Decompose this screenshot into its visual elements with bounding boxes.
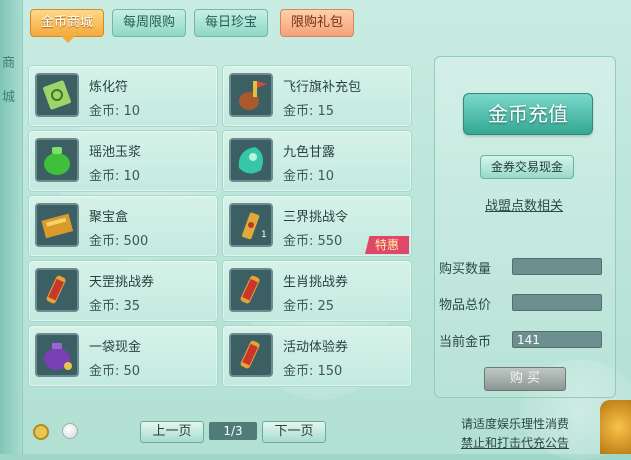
magnifier-icon[interactable] — [33, 424, 49, 440]
anti-proxy-recharge-link[interactable]: 禁止和打击代充公告 — [461, 434, 569, 451]
shop-item[interactable]: 炼化符 金币: 10 — [28, 65, 218, 127]
item-price: 金币: 150 — [283, 364, 343, 379]
corner-ornament-icon — [600, 400, 631, 454]
gold-recharge-button[interactable]: 金币充值 — [463, 93, 593, 135]
money-bag-icon — [35, 333, 79, 377]
side-text: 城 — [2, 90, 16, 105]
shop-item[interactable]: 活动体验券 金币: 150 — [222, 325, 412, 387]
item-price: 金币: 35 — [89, 299, 141, 314]
buy-button[interactable]: 购 买 — [484, 367, 566, 391]
special-offer-badge: 特惠 — [365, 236, 409, 254]
item-name: 瑶池玉浆 — [89, 145, 142, 160]
talisman-icon — [35, 73, 79, 117]
item-price: 金币: 10 — [89, 169, 141, 184]
flag-bag-icon — [229, 73, 273, 117]
item-name: 活动体验券 — [283, 340, 349, 355]
shop-item[interactable]: 飞行旗补充包 金币: 15 — [222, 65, 412, 127]
shop-item[interactable]: 聚宝盒 金币: 500 — [28, 195, 218, 257]
item-name: 三界挑战令 — [283, 210, 349, 225]
shop-item[interactable]: 生肖挑战券 金币: 25 — [222, 260, 412, 322]
prev-page-button[interactable]: 上一页 — [140, 421, 204, 443]
dew-gem-icon — [229, 138, 273, 182]
current-gold-field: 141 — [512, 331, 602, 348]
item-name: 聚宝盒 — [89, 210, 129, 225]
tab-weekly-limit[interactable]: 每周限购 — [112, 9, 186, 37]
item-name: 炼化符 — [89, 80, 129, 95]
current-gold-label: 当前金币 — [439, 335, 492, 350]
item-price: 金币: 50 — [89, 364, 141, 379]
toggle-dot[interactable] — [62, 423, 78, 439]
item-price: 金币: 10 — [283, 169, 335, 184]
item-price: 金币: 550 — [283, 234, 343, 249]
quantity-label: 购买数量 — [439, 262, 492, 277]
shop-item[interactable]: 瑶池玉浆 金币: 10 — [28, 130, 218, 192]
treasure-box-icon — [35, 203, 79, 247]
scroll-icon — [229, 268, 273, 312]
voucher-exchange-button[interactable]: 金券交易现金 — [480, 155, 574, 179]
tab-daily-treasure[interactable]: 每日珍宝 — [194, 9, 268, 37]
item-price: 金币: 500 — [89, 234, 149, 249]
alliance-points-link[interactable]: 战盟点数相关 — [485, 195, 563, 214]
item-name: 天罡挑战券 — [89, 275, 155, 290]
page-indicator: 1/3 — [209, 422, 257, 440]
scroll-icon — [229, 333, 273, 377]
jade-jar-icon — [35, 138, 79, 182]
item-price: 金币: 10 — [89, 104, 141, 119]
item-name: 九色甘露 — [283, 145, 336, 160]
moderation-notice: 请适度娱乐理性消费 — [461, 417, 570, 431]
side-text: 商 — [2, 56, 16, 71]
item-price: 金币: 25 — [283, 299, 335, 314]
side-strip: 商 城 — [0, 0, 23, 454]
shop-item[interactable]: 九色甘露 金币: 10 — [222, 130, 412, 192]
item-name: 飞行旗补充包 — [283, 80, 362, 95]
challenge-token-icon — [229, 203, 273, 247]
shop-item[interactable]: 一袋现金 金币: 50 — [28, 325, 218, 387]
next-page-button[interactable]: 下一页 — [262, 421, 326, 443]
item-count: 1 — [261, 230, 267, 240]
scroll-icon — [35, 268, 79, 312]
total-price-label: 物品总价 — [439, 298, 492, 313]
item-name: 一袋现金 — [89, 340, 142, 355]
item-name: 生肖挑战券 — [283, 275, 349, 290]
total-price-field — [512, 294, 602, 311]
tab-gold-shop[interactable]: 金币商城 — [30, 9, 104, 43]
shop-item[interactable]: 天罡挑战券 金币: 35 — [28, 260, 218, 322]
shop-item[interactable]: 1 三界挑战令 金币: 550 特惠 — [222, 195, 412, 257]
item-price: 金币: 15 — [283, 104, 335, 119]
tab-limited-gift[interactable]: 限购礼包 — [280, 9, 354, 37]
quantity-field[interactable] — [512, 258, 602, 275]
